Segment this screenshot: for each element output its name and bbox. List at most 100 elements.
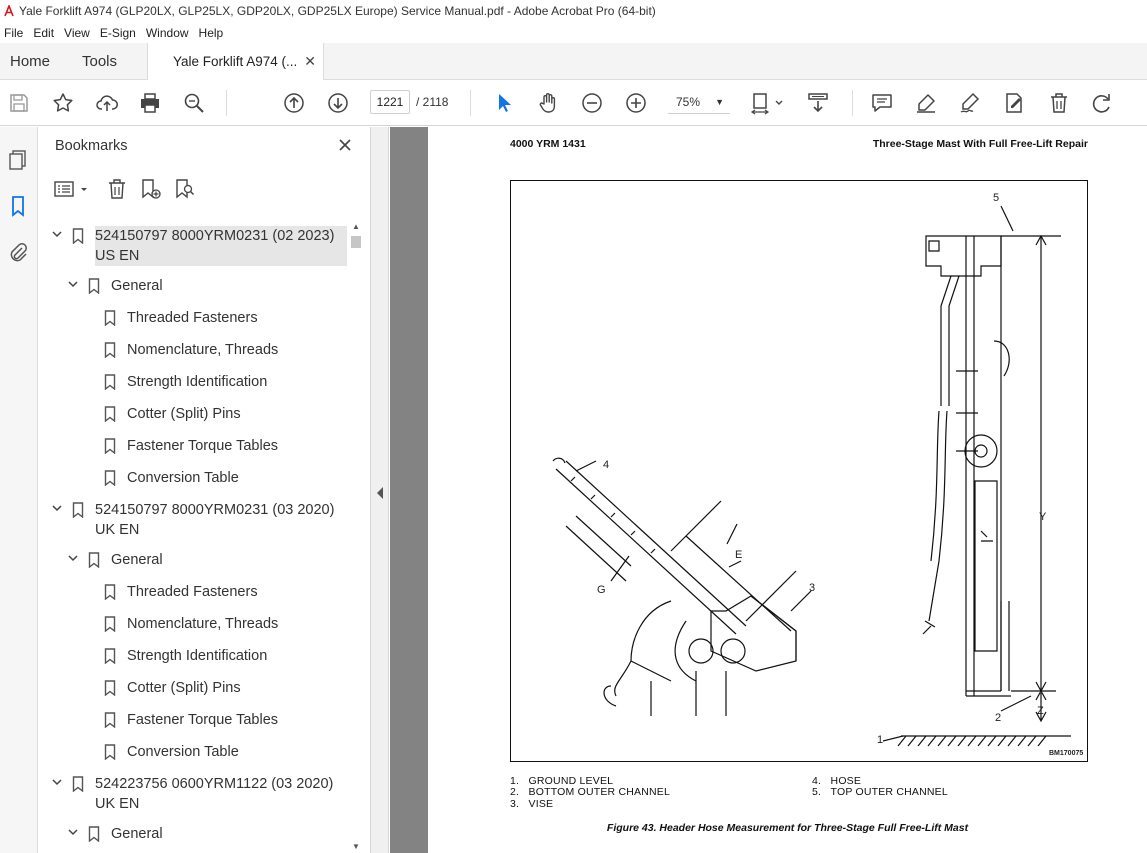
bookmark-label: 524150797 8000YRM0231 (02 2023) US EN bbox=[95, 226, 347, 266]
bookmark-icon bbox=[104, 680, 116, 696]
bookmark-label: Conversion Table bbox=[127, 744, 239, 760]
bookmark-item[interactable]: Cotter (Split) Pins bbox=[39, 404, 349, 436]
tab-home[interactable]: Home bbox=[10, 43, 50, 80]
edit-pdf-icon[interactable] bbox=[1001, 90, 1027, 116]
bookmark-document[interactable]: 524223756 0600YRM1122 (03 2020) UK EN bbox=[39, 774, 349, 816]
page-header-left: 4000 YRM 1431 bbox=[510, 138, 586, 150]
document-viewer[interactable]: 4000 YRM 1431 Three-Stage Mast With Full… bbox=[390, 127, 1147, 853]
tab-document[interactable]: Yale Forklift A974 (... ✕ bbox=[147, 43, 324, 81]
chevron-down-icon[interactable] bbox=[67, 826, 79, 838]
bookmark-options-icon[interactable] bbox=[53, 177, 91, 201]
panel-splitter[interactable] bbox=[371, 127, 389, 853]
bookmark-item[interactable]: Threaded Fasteners bbox=[39, 582, 349, 614]
callout-z: Z bbox=[1037, 705, 1044, 717]
menu-edit[interactable]: Edit bbox=[29, 26, 60, 40]
bookmark-icon bbox=[104, 648, 116, 664]
bookmark-item[interactable]: Cotter (Split) Pins bbox=[39, 678, 349, 710]
chevron-down-icon[interactable] bbox=[51, 776, 63, 788]
bookmark-item[interactable]: Threaded Fasteners bbox=[39, 308, 349, 340]
bookmark-item[interactable]: Fastener Torque Tables bbox=[39, 710, 349, 742]
tab-tools[interactable]: Tools bbox=[82, 43, 117, 80]
page-total: / 2118 bbox=[416, 95, 449, 109]
bookmark-icon bbox=[88, 826, 100, 842]
highlight-pen-icon[interactable] bbox=[913, 90, 939, 116]
menu-window[interactable]: Window bbox=[142, 26, 195, 40]
pages-thumbnail-icon[interactable] bbox=[5, 147, 31, 173]
star-icon[interactable] bbox=[50, 90, 76, 116]
callout-5: 5 bbox=[993, 192, 1000, 204]
bookmark-item[interactable]: Strength Identification bbox=[39, 372, 349, 404]
callout-e: E bbox=[735, 549, 743, 561]
bookmark-label: Threaded Fasteners bbox=[127, 310, 258, 326]
zoom-in-icon[interactable] bbox=[623, 90, 649, 116]
page-number-input[interactable]: 1221 bbox=[370, 90, 410, 114]
bookmark-delete-icon[interactable] bbox=[105, 177, 129, 201]
bookmark-document[interactable]: 524150797 8000YRM0231 (02 2023) US EN bbox=[39, 226, 349, 268]
scroll-mode-icon[interactable] bbox=[805, 90, 831, 116]
chevron-down-icon[interactable] bbox=[51, 228, 63, 240]
redo-icon[interactable] bbox=[1089, 90, 1115, 116]
bookmark-section[interactable]: General bbox=[39, 824, 349, 853]
zoom-out-icon[interactable] bbox=[579, 90, 605, 116]
figure-caption: Figure 43. Header Hose Measurement for T… bbox=[606, 822, 969, 834]
menu-help[interactable]: Help bbox=[195, 26, 230, 40]
select-cursor-icon[interactable] bbox=[491, 90, 517, 116]
menu-esign[interactable]: E-Sign bbox=[96, 26, 142, 40]
chevron-down-icon: ▼ bbox=[715, 97, 724, 107]
save-icon[interactable] bbox=[6, 90, 32, 116]
bookmark-item[interactable]: Strength Identification bbox=[39, 646, 349, 678]
bookmark-icon bbox=[104, 744, 116, 760]
bookmark-label: Nomenclature, Threads bbox=[127, 342, 279, 358]
bookmark-document[interactable]: 524150797 8000YRM0231 (03 2020) UK EN bbox=[39, 500, 349, 542]
attachment-icon[interactable] bbox=[5, 239, 31, 265]
zoom-select[interactable]: 75% ▼ bbox=[668, 90, 730, 114]
window-title: Yale Forklift A974 (GLP20LX, GLP25LX, GD… bbox=[19, 4, 656, 18]
page-header-right: Three-Stage Mast With Full Free-Lift Rep… bbox=[872, 138, 1088, 150]
bookmark-section[interactable]: General bbox=[39, 276, 349, 308]
comment-icon[interactable] bbox=[869, 90, 895, 116]
bookmark-add-icon[interactable] bbox=[139, 177, 163, 201]
collapse-panel-icon[interactable] bbox=[376, 487, 384, 499]
bookmark-label: Fastener Torque Tables bbox=[127, 438, 279, 454]
scroll-up-icon[interactable]: ▲ bbox=[352, 222, 360, 231]
bookmark-icon bbox=[104, 342, 116, 358]
page-fit-icon[interactable] bbox=[750, 90, 786, 116]
draw-signature-icon[interactable] bbox=[957, 90, 983, 116]
tab-close-icon[interactable]: ✕ bbox=[304, 43, 316, 80]
next-page-icon[interactable] bbox=[325, 90, 351, 116]
hand-tool-icon[interactable] bbox=[535, 90, 561, 116]
bookmark-scrollbar[interactable]: ▲ ▼ bbox=[349, 222, 363, 853]
chevron-down-icon[interactable] bbox=[67, 278, 79, 290]
bookmark-label: Cotter (Split) Pins bbox=[127, 680, 241, 696]
bookmark-section[interactable]: General bbox=[39, 550, 349, 582]
scroll-thumb[interactable] bbox=[351, 236, 361, 248]
bookmark-label: Nomenclature, Threads bbox=[127, 616, 279, 632]
bookmark-list: 524150797 8000YRM0231 (02 2023) US EN Gene… bbox=[39, 222, 351, 853]
bookmark-item[interactable]: Conversion Table bbox=[39, 468, 349, 500]
bookmark-icon bbox=[72, 502, 84, 518]
menu-view[interactable]: View bbox=[60, 26, 96, 40]
chevron-down-icon[interactable] bbox=[51, 502, 63, 514]
bookmark-icon bbox=[104, 584, 116, 600]
bookmark-search-icon[interactable] bbox=[173, 177, 197, 201]
bookmark-item[interactable]: Fastener Torque Tables bbox=[39, 436, 349, 468]
menu-file[interactable]: File bbox=[0, 26, 29, 40]
bookmark-item[interactable]: Nomenclature, Threads bbox=[39, 614, 349, 646]
scroll-down-icon[interactable]: ▼ bbox=[352, 842, 360, 851]
bookmark-icon bbox=[104, 438, 116, 454]
bookmark-item[interactable]: Nomenclature, Threads bbox=[39, 340, 349, 372]
print-icon[interactable] bbox=[137, 90, 163, 116]
zoom-search-icon[interactable] bbox=[181, 90, 207, 116]
delete-icon[interactable] bbox=[1046, 90, 1072, 116]
bookmark-icon bbox=[72, 228, 84, 244]
bookmark-panel-icon[interactable] bbox=[5, 193, 31, 219]
bookmark-icon bbox=[104, 470, 116, 486]
close-icon[interactable] bbox=[335, 135, 355, 155]
upload-cloud-icon[interactable] bbox=[94, 90, 120, 116]
acrobat-icon bbox=[4, 5, 14, 17]
chevron-down-icon[interactable] bbox=[67, 552, 79, 564]
bookmark-icon bbox=[104, 374, 116, 390]
callout-1: 1 bbox=[877, 734, 884, 746]
prev-page-icon[interactable] bbox=[281, 90, 307, 116]
bookmark-item[interactable]: Conversion Table bbox=[39, 742, 349, 774]
